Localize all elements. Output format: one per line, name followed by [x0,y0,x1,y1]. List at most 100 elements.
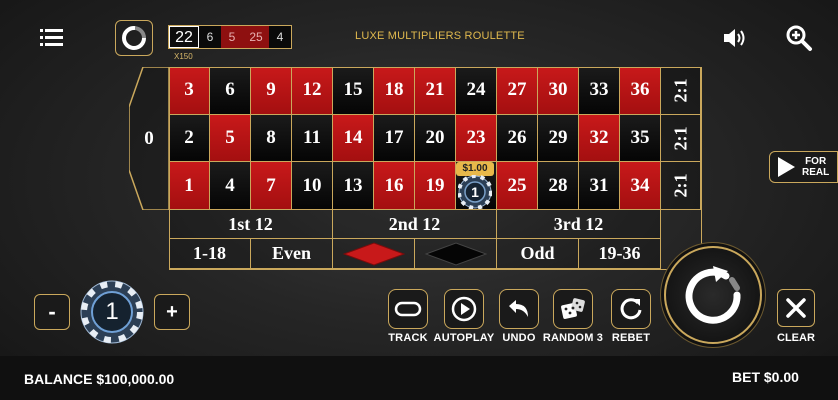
history-icon [122,26,146,50]
high-bet[interactable]: 19-36 [579,239,661,270]
number-cell-2[interactable]: 2 [169,114,210,163]
plus-icon: + [166,301,178,323]
multiplier-label: X150 [174,52,193,61]
last-result-latest: 22 [169,26,199,48]
undo-icon [509,300,528,317]
for-real-label: FOR REAL [802,156,829,178]
menu-icon[interactable] [40,28,64,48]
for-real-line2: REAL [802,167,830,178]
number-cell-19[interactable]: 19 [415,162,456,211]
zero-cell[interactable] [129,67,169,210]
number-cell-25[interactable]: 25 [497,162,538,211]
column-bet-1[interactable]: 2:1 [661,67,701,115]
number-cell-27[interactable]: 27 [497,67,538,115]
black-diamond-icon [424,242,487,266]
last-results: 22 6 5 25 4 [168,25,292,49]
number-cell-7[interactable]: 7 [251,162,292,211]
number-cell-5[interactable]: 5 [210,114,251,163]
number-cell-13[interactable]: 13 [333,162,374,211]
zoom-icon[interactable] [785,24,813,52]
dozen-bet-2[interactable]: 2nd 12 [333,210,497,240]
last-result: 4 [269,26,291,48]
chip-selector[interactable]: 1 [80,280,144,344]
number-cell-1[interactable]: 1 [169,162,210,211]
number-cell-26[interactable]: 26 [497,114,538,163]
autoplay-label: AUTOPLAY [433,332,495,344]
column-bet-3[interactable]: 2:1 [661,162,701,211]
spin-button[interactable] [664,246,762,344]
play-icon [778,157,795,177]
number-cell-8[interactable]: 8 [251,114,292,163]
number-cell-23[interactable]: 23 [456,114,497,163]
number-cell-3[interactable]: 3 [169,67,210,115]
random-3-label: RANDOM 3 [542,332,604,344]
spin-icon [685,266,741,324]
column-bet-label: 2:1 [670,126,690,151]
dozen-bet-1[interactable]: 1st 12 [169,210,333,240]
track-icon [394,301,422,317]
dice-icon [561,298,585,319]
number-cell-30[interactable]: 30 [538,67,579,115]
number-cell-36[interactable]: 36 [620,67,661,115]
chip-value: 1 [105,298,119,325]
increase-chip-button[interactable]: + [154,294,190,330]
number-cell-35[interactable]: 35 [620,114,661,163]
number-cell-6[interactable]: 6 [210,67,251,115]
number-cell-32[interactable]: 32 [579,114,620,163]
last-result: 25 [243,26,269,48]
red-diamond-icon [342,242,405,266]
red-bet[interactable] [333,239,415,270]
placed-chip-value: 1 [471,184,479,200]
number-cell-16[interactable]: 16 [374,162,415,211]
number-cell-29[interactable]: 29 [538,114,579,163]
last-result: 6 [199,26,221,48]
track-button[interactable] [388,289,428,329]
play-for-real-button[interactable]: FOR REAL [769,151,838,183]
number-cell-15[interactable]: 15 [333,67,374,115]
autoplay-button[interactable] [444,289,484,329]
number-cell-10[interactable]: 10 [292,162,333,211]
number-cell-24[interactable]: 24 [456,67,497,115]
number-cell-31[interactable]: 31 [579,162,620,211]
sound-icon[interactable] [722,26,748,50]
track-label: TRACK [388,332,428,344]
even-bet[interactable]: Even [251,239,333,270]
number-cell-20[interactable]: 20 [415,114,456,163]
game-title: LUXE MULTIPLIERS ROULETTE [355,30,525,42]
column-bet-label: 2:1 [670,78,690,103]
number-cell-12[interactable]: 12 [292,67,333,115]
black-bet[interactable] [415,239,497,270]
random-3-button[interactable] [553,289,593,329]
odd-bet[interactable]: Odd [497,239,579,270]
number-cell-4[interactable]: 4 [210,162,251,211]
low-bet[interactable]: 1-18 [169,239,251,270]
rebet-label: REBET [611,332,651,344]
column-bet-2[interactable]: 2:1 [661,114,701,163]
decrease-chip-button[interactable]: - [34,294,70,330]
number-cell-33[interactable]: 33 [579,67,620,115]
number-cell-34[interactable]: 34 [620,162,661,211]
dozen-bet-3[interactable]: 3rd 12 [497,210,661,240]
number-cell-28[interactable]: 28 [538,162,579,211]
bet-amount-tag: $1.00 [456,162,494,176]
balance-display: BALANCE $100,000.00 [24,371,175,387]
number-cell-21[interactable]: 21 [415,67,456,115]
last-result: 5 [221,26,243,48]
for-real-line1: FOR [805,156,827,167]
history-button[interactable] [115,20,153,56]
column-bet-label: 2:1 [670,173,690,198]
placed-chip[interactable]: 1 [457,174,493,210]
bet-total-display: BET $0.00 [732,369,799,385]
number-cell-9[interactable]: 9 [251,67,292,115]
play-icon [451,296,477,322]
undo-button[interactable] [499,289,539,329]
number-cell-11[interactable]: 11 [292,114,333,163]
number-cell-18[interactable]: 18 [374,67,415,115]
rebet-icon [620,298,642,320]
minus-icon: - [48,299,56,324]
close-icon [786,298,806,318]
rebet-button[interactable] [611,289,651,329]
number-cell-17[interactable]: 17 [374,114,415,163]
clear-button[interactable] [777,289,815,327]
number-cell-14[interactable]: 14 [333,114,374,163]
